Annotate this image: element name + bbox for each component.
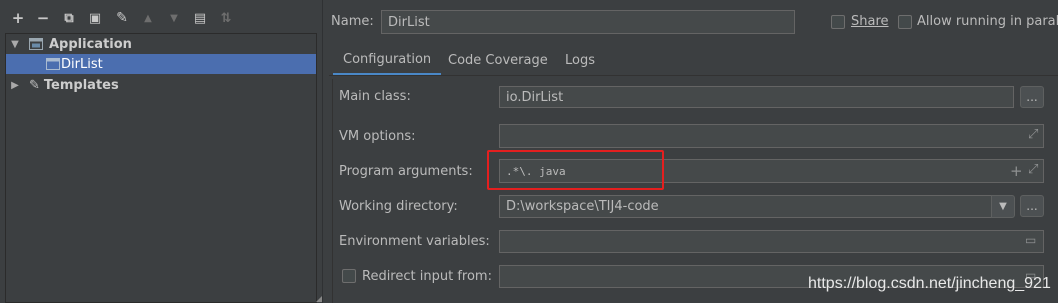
add-icon[interactable]: + (1010, 162, 1023, 180)
wrench-icon[interactable]: ✎ (113, 9, 131, 27)
environment-variables-input[interactable] (499, 230, 1044, 253)
tree-node-application[interactable]: ▼ Application (6, 34, 316, 54)
configurations-panel: + − ⧉ ▣ ✎ ▲ ▼ ▤ ⇅ ▼ Application DirList (0, 0, 322, 303)
move-down-icon[interactable]: ▼ (165, 9, 183, 27)
environment-variables-label: Environment variables: (339, 234, 490, 249)
remove-icon[interactable]: − (34, 9, 52, 27)
collapsed-arrow-icon[interactable]: ▶ (9, 79, 21, 91)
folder-icon[interactable]: ▭ (1025, 233, 1036, 247)
allow-parallel-label: Allow running in parallel (917, 14, 1058, 29)
configurations-tree: ▼ Application DirList ▶ ✎ Templates (5, 33, 317, 303)
working-directory-label: Working directory: (339, 199, 458, 214)
copy-icon[interactable]: ⧉ (60, 9, 78, 27)
name-input[interactable]: DirList (381, 10, 795, 34)
highlight-annotation (487, 150, 664, 190)
working-directory-dropdown-button[interactable]: ▼ (991, 195, 1015, 218)
share-checkbox[interactable] (831, 15, 845, 29)
name-label: Name: (331, 14, 374, 29)
watermark: https://blog.csdn.net/jincheng_921 (808, 275, 1051, 292)
expand-icon[interactable]: ⤢ (1028, 162, 1038, 177)
tab-configuration[interactable]: Configuration (333, 45, 442, 76)
share-label: Share (851, 14, 889, 29)
working-directory-input[interactable]: D:\workspace\TIJ4-code (499, 195, 993, 218)
vm-options-input[interactable] (499, 124, 1044, 148)
tree-label-dirlist: DirList (61, 56, 103, 72)
configurations-toolbar: + − ⧉ ▣ ✎ ▲ ▼ ▤ ⇅ (0, 0, 322, 34)
folder-icon[interactable]: ▤ (191, 9, 209, 27)
main-class-label: Main class: (339, 89, 411, 104)
application-config-icon (46, 58, 60, 70)
add-icon[interactable]: + (9, 9, 27, 27)
tree-node-templates[interactable]: ▶ ✎ Templates (6, 75, 316, 95)
wrench-icon: ✎ (29, 77, 40, 93)
save-icon[interactable]: ▣ (86, 9, 104, 27)
allow-parallel-checkbox[interactable] (898, 15, 912, 29)
tab-divider (329, 75, 1058, 76)
program-arguments-label: Program arguments: (339, 164, 473, 179)
tree-node-dirlist[interactable]: DirList (6, 54, 316, 74)
main-class-browse-button[interactable]: ... (1020, 86, 1044, 108)
redirect-input-checkbox[interactable] (342, 269, 356, 283)
tree-label-application: Application (49, 36, 132, 52)
working-directory-browse-button[interactable]: ... (1020, 195, 1044, 217)
tab-configuration-label: Configuration (343, 51, 432, 67)
configuration-editor: Name: DirList Share Allow running in par… (323, 0, 1058, 303)
application-icon (29, 38, 43, 50)
main-class-input[interactable]: io.DirList (499, 86, 1014, 108)
tab-logs-label: Logs (565, 53, 595, 68)
expanded-arrow-icon[interactable]: ▼ (9, 38, 21, 50)
tree-label-templates: Templates (43, 77, 119, 93)
expand-icon[interactable]: ⤢ (1028, 127, 1038, 142)
sort-icon[interactable]: ⇅ (217, 9, 235, 27)
tab-code-coverage[interactable]: Code Coverage (438, 45, 558, 76)
redirect-input-label: Redirect input from: (362, 269, 492, 284)
tab-code-coverage-label: Code Coverage (448, 53, 548, 68)
vm-options-label: VM options: (339, 129, 416, 144)
move-up-icon[interactable]: ▲ (139, 9, 157, 27)
tab-logs[interactable]: Logs (555, 45, 605, 76)
